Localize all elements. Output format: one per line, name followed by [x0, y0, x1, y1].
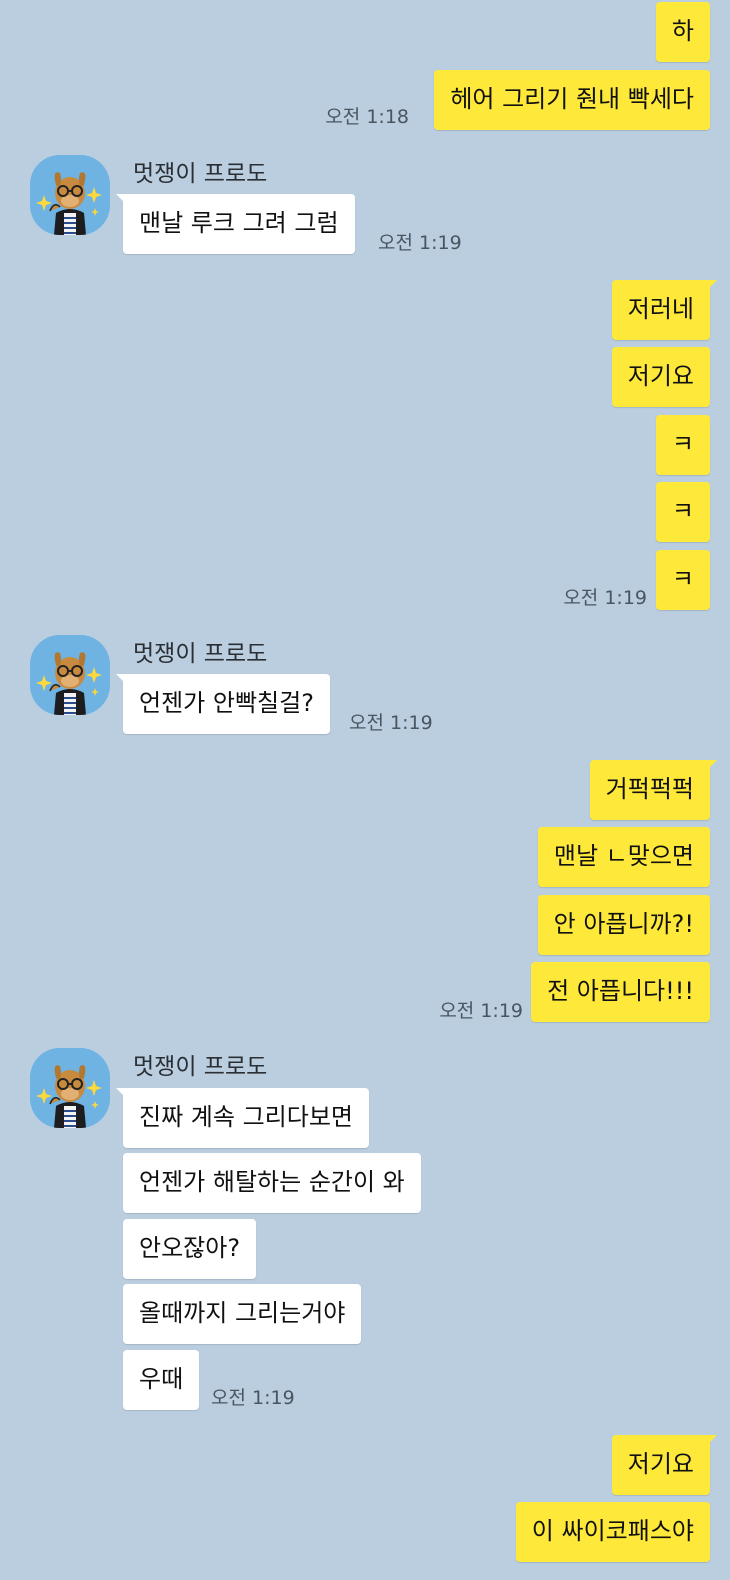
message-text: ㅋ: [671, 565, 694, 593]
their-message-bubble[interactable]: 우때: [123, 1350, 200, 1410]
message-timestamp: 오전 1:19: [349, 712, 433, 734]
my-message-bubble[interactable]: 안 아픕니까?!: [537, 895, 710, 955]
message-text: 언젠가 해탈하는 순간이 와: [139, 1168, 405, 1196]
frodo-character-icon: [30, 1048, 110, 1128]
message-text: 안 아픕니까?!: [553, 910, 694, 938]
my-message-bubble[interactable]: 저기요: [611, 347, 710, 407]
message-timestamp: 오전 1:19: [563, 587, 647, 609]
contact-name: 멋쟁이 프로도: [133, 161, 268, 187]
message-text: ㅋ: [671, 430, 694, 458]
contact-avatar[interactable]: [30, 635, 110, 715]
my-message-bubble[interactable]: 거퍽퍽퍽: [589, 760, 718, 820]
message-text: 거퍽퍽퍽: [605, 775, 694, 803]
message-text: 언젠가 안빡칠걸?: [139, 689, 314, 717]
message-timestamp: 오전 1:19: [439, 1000, 523, 1022]
my-message-bubble[interactable]: 맨날 ㄴ맞으면: [537, 827, 710, 887]
frodo-character-icon: [30, 635, 110, 715]
their-message-bubble[interactable]: 언젠가 해탈하는 순간이 와: [123, 1153, 421, 1213]
contact-avatar[interactable]: [30, 1048, 110, 1128]
their-message-bubble[interactable]: 언젠가 안빡칠걸?: [116, 674, 330, 734]
message-text: 우때: [139, 1365, 184, 1393]
my-message-bubble[interactable]: ㅋ: [655, 415, 710, 475]
my-message-bubble[interactable]: 저러네: [611, 280, 718, 340]
my-message-bubble[interactable]: 헤어 그리기 줜내 빡세다: [434, 70, 710, 130]
message-timestamp: 오전 1:19: [378, 232, 462, 254]
my-message-bubble[interactable]: ㅋ: [655, 482, 710, 542]
contact-name: 멋쟁이 프로도: [133, 641, 268, 667]
message-text: 저러네: [627, 295, 694, 323]
message-text: 맨날 ㄴ맞으면: [553, 842, 694, 870]
contact-avatar[interactable]: [30, 155, 110, 235]
my-message-bubble[interactable]: ㅋ: [655, 550, 710, 610]
message-text: 안오잖아?: [139, 1234, 241, 1262]
their-message-bubble[interactable]: 진짜 계속 그리다보면: [116, 1088, 369, 1148]
their-message-bubble[interactable]: 올때까지 그리는거야: [123, 1284, 362, 1344]
message-text: 헤어 그리기 줜내 빡세다: [450, 85, 694, 113]
my-message-bubble[interactable]: 이 싸이코패스야: [515, 1502, 710, 1562]
message-text: 올때까지 그리는거야: [139, 1299, 346, 1327]
their-message-bubble[interactable]: 맨날 루크 그려 그럼: [116, 194, 355, 254]
my-message-bubble[interactable]: 전 아픕니다!!!: [531, 962, 710, 1022]
message-text: 하: [671, 17, 694, 45]
my-message-bubble[interactable]: 하: [655, 2, 710, 62]
message-text: 저기요: [627, 362, 694, 390]
message-text: 맨날 루크 그려 그럼: [139, 209, 339, 237]
frodo-character-icon: [30, 155, 110, 235]
my-message-bubble[interactable]: 저기요: [611, 1435, 718, 1495]
message-text: 이 싸이코패스야: [531, 1517, 694, 1545]
message-text: 전 아픕니다!!!: [547, 977, 694, 1005]
contact-name: 멋쟁이 프로도: [133, 1054, 268, 1080]
message-text: 진짜 계속 그리다보면: [139, 1103, 353, 1131]
message-timestamp: 오전 1:19: [211, 1387, 295, 1409]
message-text: ㅋ: [671, 497, 694, 525]
their-message-bubble[interactable]: 안오잖아?: [123, 1219, 257, 1279]
message-text: 저기요: [627, 1450, 694, 1478]
message-timestamp: 오전 1:18: [325, 106, 409, 128]
